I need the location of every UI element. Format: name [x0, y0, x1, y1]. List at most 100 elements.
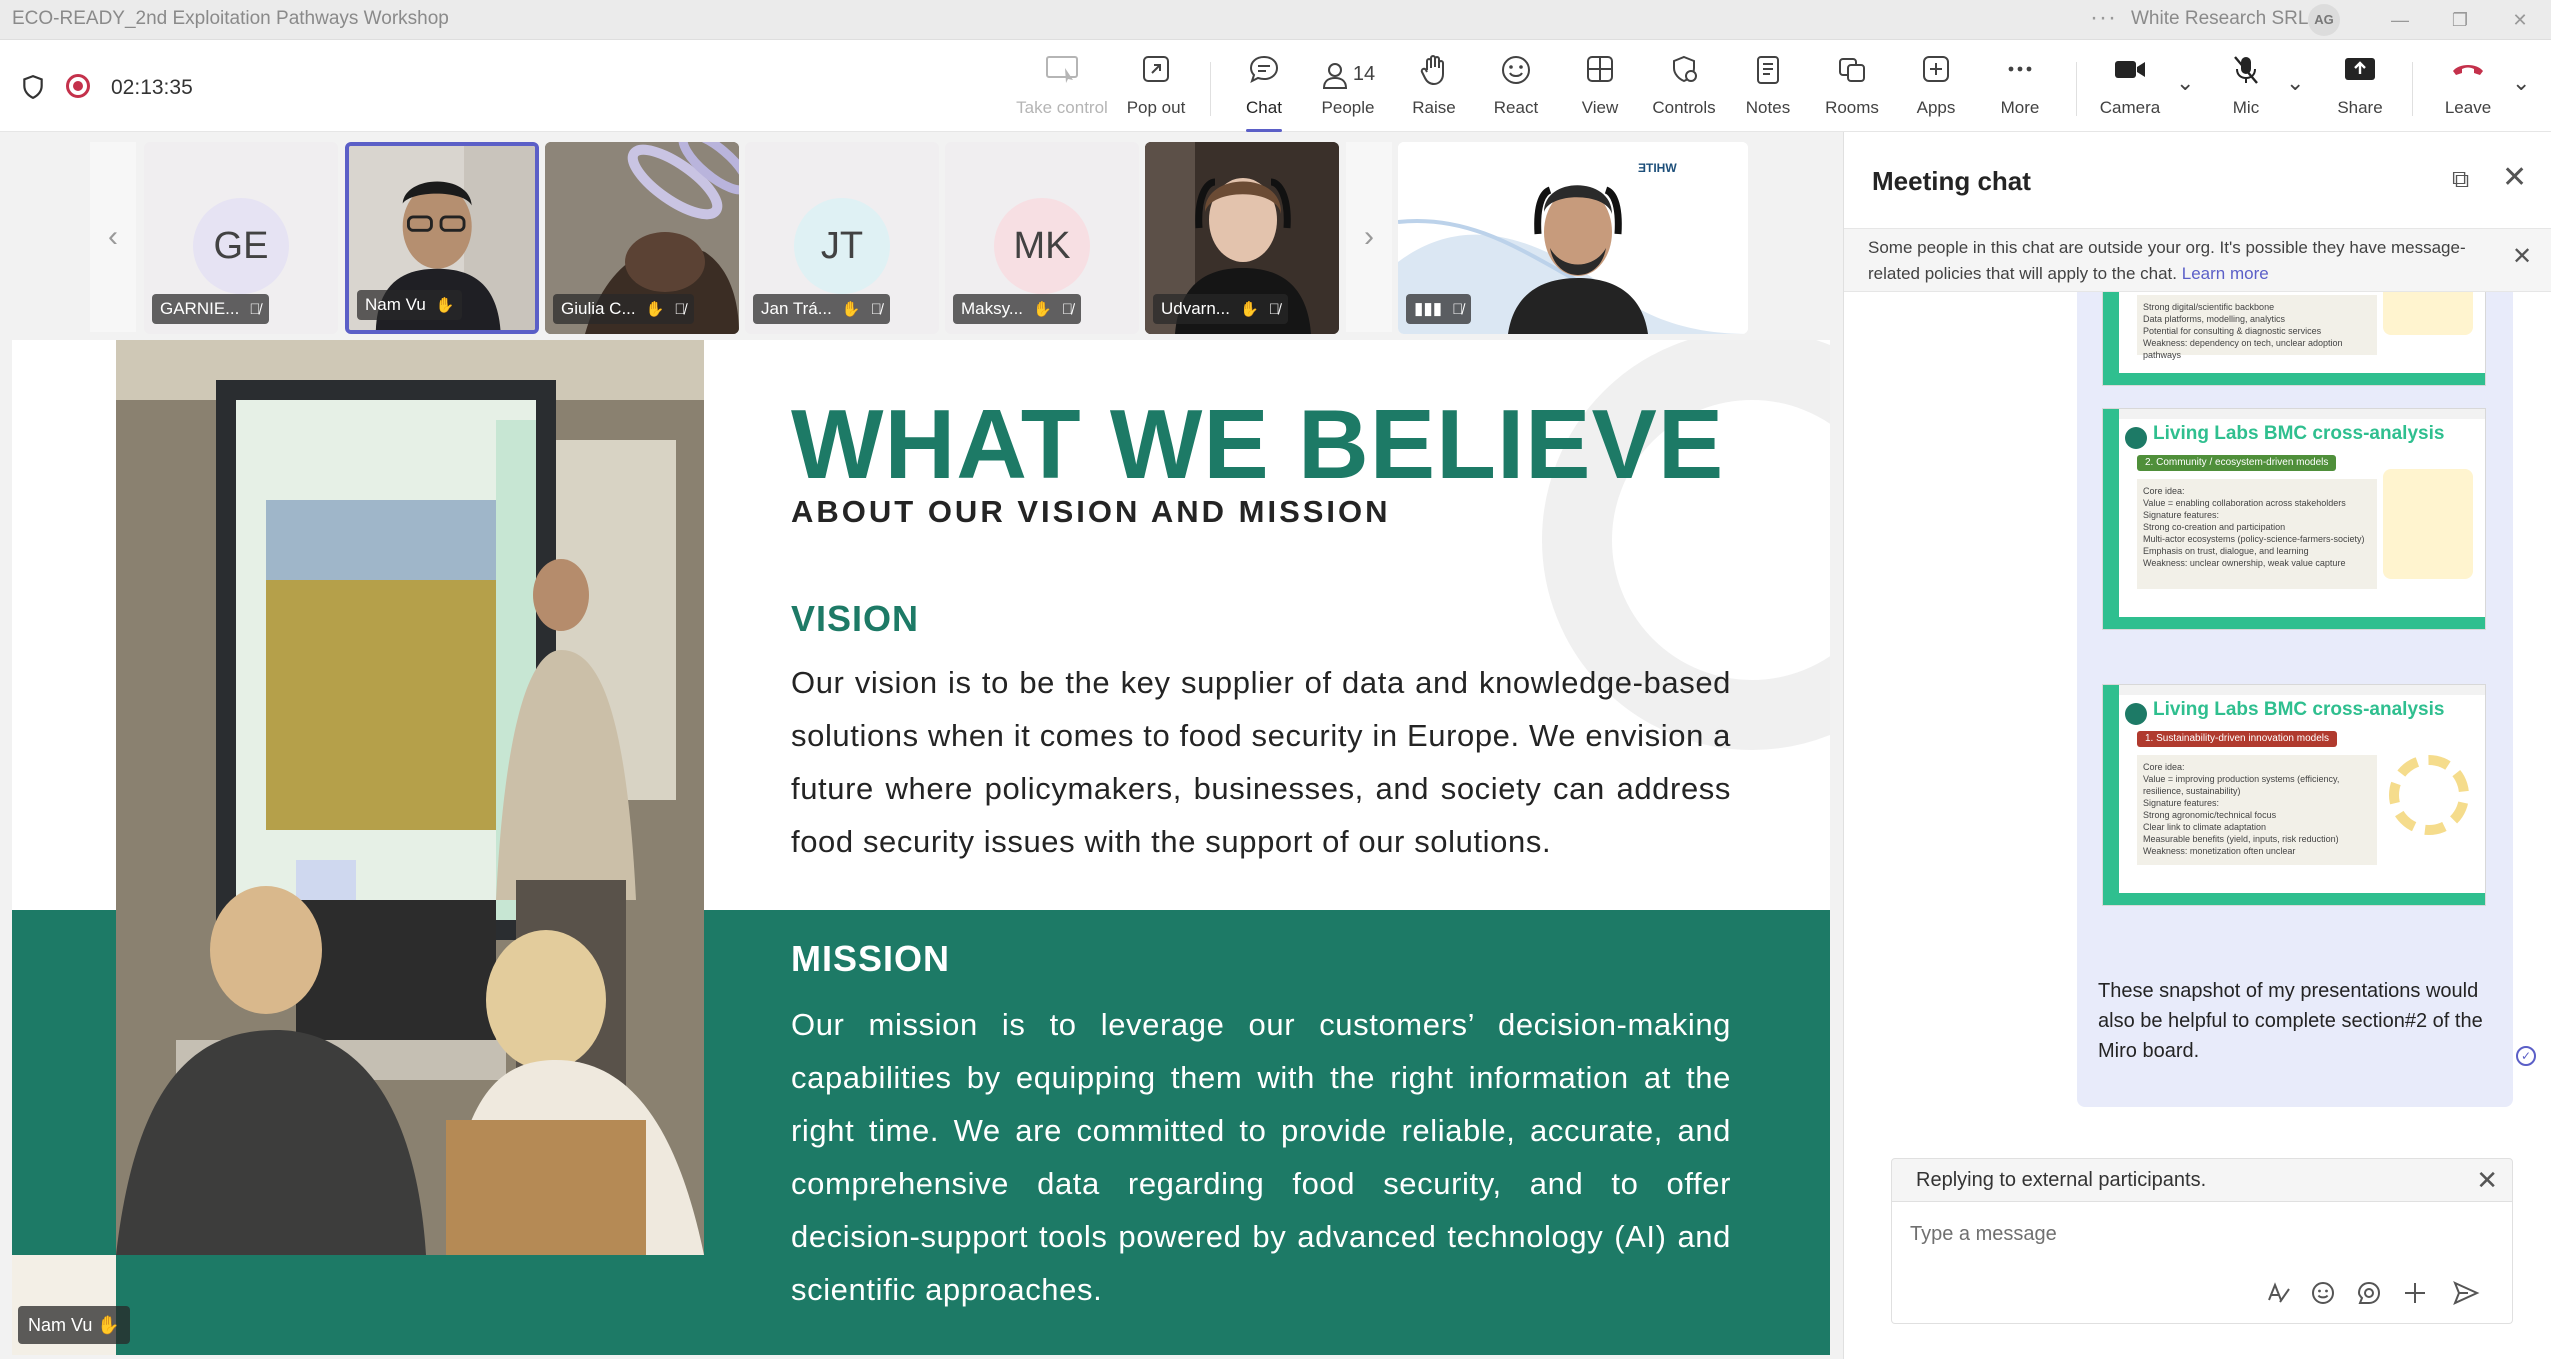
hand-raised-icon: ✋ — [1033, 301, 1052, 318]
chat-button[interactable]: Chat — [1236, 54, 1292, 132]
meeting-chat-panel: Meeting chat ⧉ ✕ Some people in this cha… — [1843, 132, 2551, 1359]
participant-status-tag: ▮▮▮ 🎙̸ — [1406, 294, 1472, 324]
slide-snapshot-image[interactable]: Living Labs BMC cross-analysis 2. Commun… — [2102, 408, 2486, 630]
notes-button[interactable]: Notes — [1742, 54, 1794, 124]
grid-view-icon — [1574, 54, 1626, 94]
dismiss-banner-button[interactable]: ✕ — [2512, 242, 2532, 271]
apps-button[interactable]: Apps — [1910, 54, 1962, 124]
mic-muted-icon: 🎙̸ — [1061, 301, 1073, 318]
slide-subtitle: ABOUT OUR VISION AND MISSION — [791, 494, 1391, 529]
mic-muted-icon: 🎙̸ — [870, 301, 882, 318]
leave-button[interactable]: Leave — [2438, 54, 2498, 124]
hand-raised-icon: ✋ — [97, 1315, 120, 1335]
slide-snapshot-image[interactable]: Strong digital/scientific backbone Data … — [2102, 292, 2486, 386]
camera-options-chevron-icon[interactable]: ⌄ — [2176, 70, 2194, 96]
pop-out-button[interactable]: Pop out — [1124, 54, 1188, 124]
controls-button[interactable]: Controls — [1648, 54, 1720, 124]
format-text-icon[interactable] — [2266, 1280, 2292, 1313]
view-button[interactable]: View — [1574, 54, 1626, 124]
slide-snapshot-image[interactable]: Living Labs BMC cross-analysis 1. Sustai… — [2102, 684, 2486, 906]
chat-message-list[interactable]: Strong digital/scientific backbone Data … — [1844, 292, 2551, 1112]
more-options-icon[interactable]: ··· — [2090, 4, 2117, 32]
vision-heading: VISION — [791, 598, 920, 639]
hand-raised-icon: ✋ — [645, 301, 665, 318]
user-avatar[interactable]: AG — [2308, 4, 2340, 36]
react-button[interactable]: React — [1488, 54, 1544, 124]
mic-options-chevron-icon[interactable]: ⌄ — [2286, 70, 2304, 96]
participant-name-tag: Giulia C... ✋ 🎙̸ — [553, 294, 694, 324]
gallery-prev-button[interactable]: ‹ — [90, 142, 136, 332]
meeting-timer: 02:13:35 — [111, 76, 193, 99]
participant-tile-video[interactable]: ƎTIHW ▮▮▮ 🎙̸ — [1398, 142, 1748, 334]
rooms-icon — [1824, 54, 1880, 94]
recording-indicator-icon — [66, 74, 90, 98]
participant-name-tag: Maksy... ✋ 🎙̸ — [953, 294, 1081, 324]
window-close-button[interactable]: ✕ — [2500, 4, 2540, 36]
gallery-next-button[interactable]: › — [1346, 142, 1392, 332]
meeting-toolbar: 02:13:35 Take control Pop out Chat 14 Pe… — [0, 40, 2551, 132]
external-participants-banner: Some people in this chat are outside you… — [1844, 228, 2551, 292]
share-screen-icon — [2332, 54, 2388, 94]
take-control-button[interactable]: Take control — [1010, 54, 1114, 124]
restore-button[interactable]: ❐ — [2440, 4, 2480, 36]
camera-button[interactable]: Camera — [2094, 54, 2166, 124]
participant-tile[interactable]: GE GARNIE... 🎙̸ — [144, 142, 338, 334]
mic-button[interactable]: Mic — [2220, 54, 2272, 124]
message-input[interactable] — [1910, 1216, 2490, 1252]
participant-name-tag: GARNIE... 🎙̸ — [152, 294, 269, 324]
read-receipt-icon: ✓ — [2516, 1046, 2536, 1066]
dismiss-reply-notice-button[interactable]: ✕ — [2476, 1159, 2498, 1201]
learn-more-link[interactable]: Learn more — [2182, 264, 2269, 283]
slide-title: WHAT WE BELIEVE — [791, 389, 1725, 499]
hand-raised-icon: ✋ — [1239, 301, 1259, 318]
add-apps-icon — [1910, 54, 1962, 94]
send-icon[interactable] — [2452, 1280, 2480, 1313]
minimize-button[interactable]: — — [2380, 4, 2420, 36]
raise-hand-button[interactable]: Raise — [1406, 54, 1462, 124]
participant-tile[interactable]: JT Jan Trá... ✋ 🎙̸ — [745, 142, 939, 334]
chat-message-text: These snapshot of my presentations would… — [2098, 980, 2483, 1062]
toolbar-divider — [2076, 62, 2077, 116]
close-chat-button[interactable]: ✕ — [2502, 160, 2527, 195]
chat-icon — [1236, 54, 1292, 94]
add-attachment-icon[interactable] — [2402, 1280, 2428, 1313]
signal-bars-icon: ▮▮▮ — [1414, 299, 1443, 318]
participant-name-tag: Jan Trá... ✋ 🎙̸ — [753, 294, 890, 324]
participant-avatar: GE — [193, 198, 289, 294]
speaker-name-tag: Nam Vu ✋ — [18, 1306, 130, 1344]
workshop-photo — [116, 340, 704, 1255]
title-bar: ECO-READY_2nd Exploitation Pathways Work… — [0, 0, 2551, 40]
message-composer — [1891, 1202, 2513, 1324]
more-button[interactable]: More — [1992, 54, 2048, 124]
hand-icon — [1406, 54, 1462, 94]
participant-tile[interactable]: MK Maksy... ✋ 🎙̸ — [945, 142, 1139, 334]
emoji-icon[interactable] — [2310, 1280, 2336, 1313]
participant-name-tag: Nam Vu ✋ — [357, 290, 463, 320]
toolbar-divider — [1210, 62, 1211, 116]
hang-up-icon — [2438, 54, 2498, 94]
participant-tile-video[interactable]: Udvarn... ✋ 🎙̸ — [1145, 142, 1339, 334]
participant-tile-video[interactable]: Nam Vu ✋ — [345, 142, 539, 334]
popout-chat-icon[interactable]: ⧉ — [2452, 166, 2469, 194]
share-button[interactable]: Share — [2332, 54, 2388, 124]
people-button[interactable]: 14 People — [1316, 54, 1380, 124]
controls-shield-icon — [1648, 54, 1720, 94]
participant-tile-video[interactable]: Giulia C... ✋ 🎙̸ — [545, 142, 739, 334]
loop-component-icon[interactable] — [2356, 1280, 2382, 1313]
mission-text: Our mission is to leverage our customers… — [791, 1007, 1731, 1307]
rooms-button[interactable]: Rooms — [1824, 54, 1880, 124]
mic-muted-icon — [2220, 54, 2272, 94]
shared-slide: WHAT WE BELIEVE ABOUT OUR VISION AND MIS… — [12, 340, 1830, 1355]
window-title: ECO-READY_2nd Exploitation Pathways Work… — [12, 8, 449, 29]
mic-muted-icon: 🎙̸ — [1452, 301, 1464, 318]
smiley-icon — [1488, 54, 1544, 94]
screen-control-icon — [1010, 54, 1114, 94]
organization-name[interactable]: White Research SRL — [2131, 8, 2308, 30]
vision-text: Our vision is to be the key supplier of … — [791, 665, 1731, 859]
mic-muted-icon: 🎙̸ — [674, 301, 686, 318]
hand-raised-icon: ✋ — [841, 301, 861, 318]
svg-text:ƎTIHW: ƎTIHW — [1638, 161, 1677, 175]
participant-avatar: MK — [994, 198, 1090, 294]
leave-options-chevron-icon[interactable]: ⌄ — [2512, 70, 2530, 96]
slide-photo — [116, 340, 704, 1255]
